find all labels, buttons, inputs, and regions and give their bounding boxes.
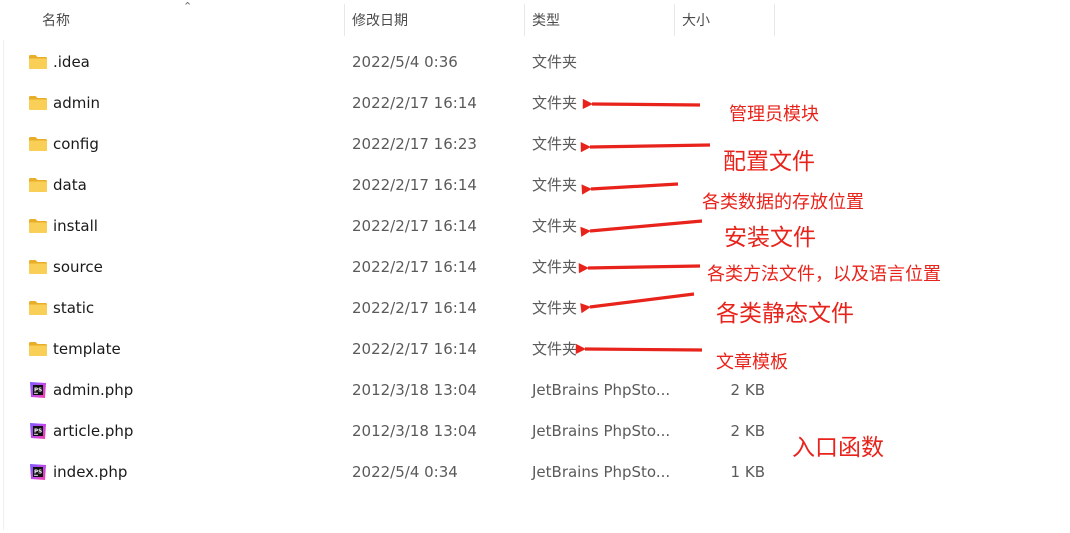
annotation-arrow — [580, 142, 711, 153]
annotation-source: 各类方法文件，以及语言位置 — [707, 264, 941, 285]
annotation-arrow — [581, 182, 679, 195]
annotation-arrow — [582, 98, 701, 110]
annotation-data: 各类数据的存放位置 — [702, 192, 864, 213]
annotation-config: 配置文件 — [723, 149, 815, 175]
annotation-arrow — [578, 263, 701, 274]
annotation-admin: 管理员模块 — [729, 104, 819, 125]
annotation-arrow — [575, 343, 703, 355]
annotation-arrow — [580, 292, 695, 314]
annotation-template: 文章模板 — [716, 352, 788, 373]
annotation-static: 各类静态文件 — [716, 301, 854, 327]
annotation-arrow — [580, 219, 703, 237]
annotation-entry: 入口函数 — [792, 435, 884, 461]
annotation-install: 安装文件 — [724, 225, 816, 251]
